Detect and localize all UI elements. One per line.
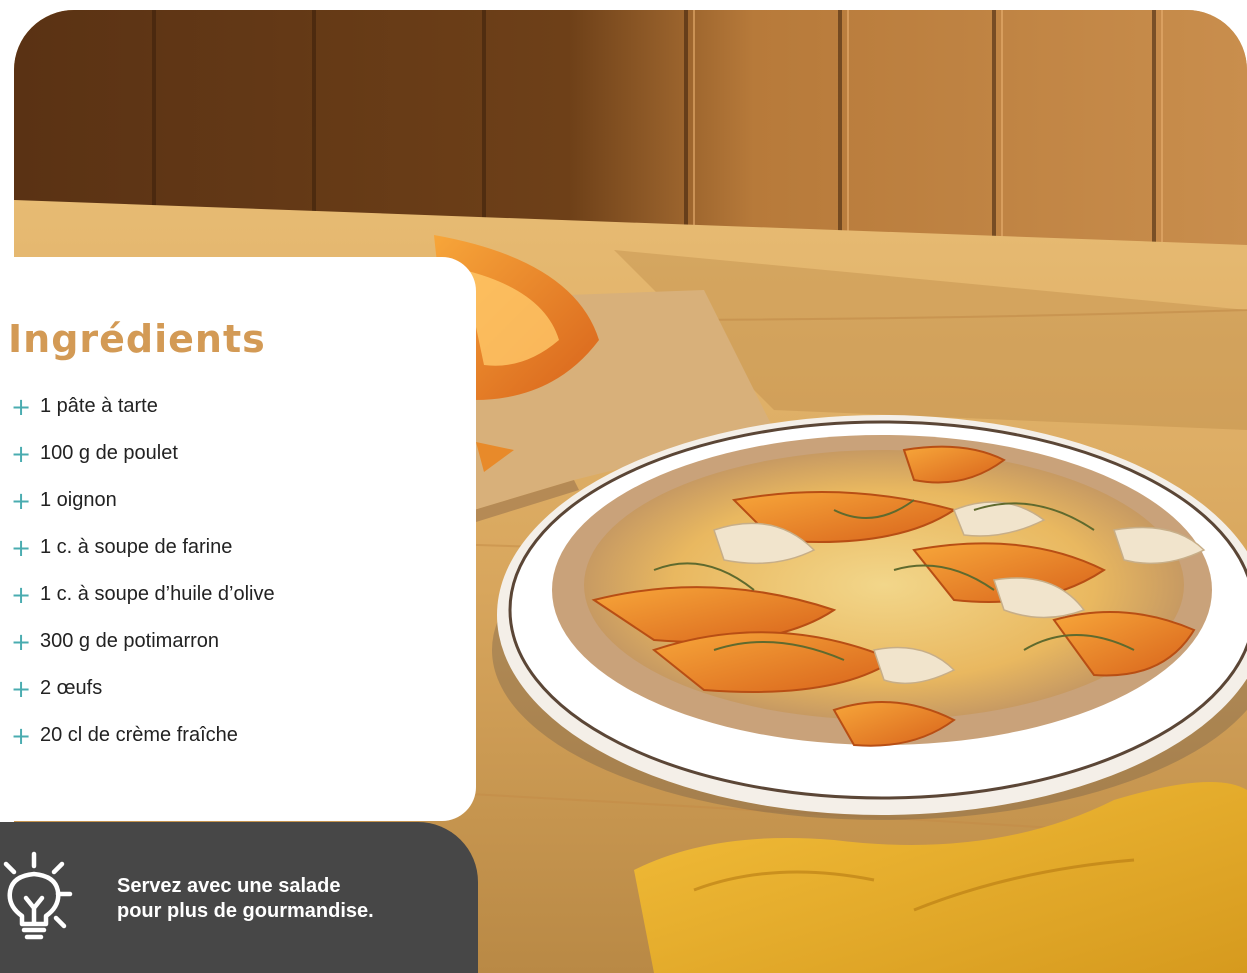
- plus-icon: +: [10, 627, 32, 656]
- ingredient-list: +1 pâte à tarte +100 g de poulet +1 oign…: [8, 383, 476, 759]
- recipe-page: Ingrédients +1 pâte à tarte +100 g de po…: [0, 0, 1247, 973]
- ingredient-item: +1 c. à soupe d’huile d’olive: [8, 571, 476, 618]
- plus-icon: +: [10, 392, 32, 421]
- ingredients-card: Ingrédients +1 pâte à tarte +100 g de po…: [0, 257, 476, 821]
- plus-icon: +: [10, 439, 32, 468]
- plus-icon: +: [10, 533, 32, 562]
- lightbulb-icon: [3, 851, 73, 940]
- plus-icon: +: [10, 721, 32, 750]
- ingredient-item: +1 oignon: [8, 477, 476, 524]
- ingredient-label: 1 oignon: [40, 489, 117, 511]
- tip-card: Servez avec une salade pour plus de gour…: [0, 822, 478, 973]
- ingredients-title: Ingrédients: [8, 317, 266, 361]
- tip-line-2: pour plus de gourmandise.: [117, 900, 374, 922]
- ingredient-label: 20 cl de crème fraîche: [40, 724, 238, 746]
- ingredient-item: +100 g de poulet: [8, 430, 476, 477]
- plus-icon: +: [10, 674, 32, 703]
- ingredient-item: +1 c. à soupe de farine: [8, 524, 476, 571]
- ingredient-item: +2 œufs: [8, 665, 476, 712]
- ingredient-label: 1 c. à soupe d’huile d’olive: [40, 583, 275, 605]
- plus-icon: +: [10, 486, 32, 515]
- ingredient-label: 300 g de potimarron: [40, 630, 220, 652]
- ingredient-item: +20 cl de crème fraîche: [8, 712, 476, 759]
- ingredient-item: +1 pâte à tarte: [8, 383, 476, 430]
- ingredient-item: +300 g de potimarron: [8, 618, 476, 665]
- tip-text: Servez avec une salade pour plus de gour…: [117, 874, 447, 924]
- ingredient-label: 100 g de poulet: [40, 442, 178, 464]
- tip-line-1: Servez avec une salade: [117, 875, 341, 897]
- plus-icon: +: [10, 580, 32, 609]
- ingredient-label: 1 c. à soupe de farine: [40, 536, 233, 558]
- ingredient-label: 2 œufs: [40, 677, 103, 699]
- ingredient-label: 1 pâte à tarte: [40, 395, 158, 417]
